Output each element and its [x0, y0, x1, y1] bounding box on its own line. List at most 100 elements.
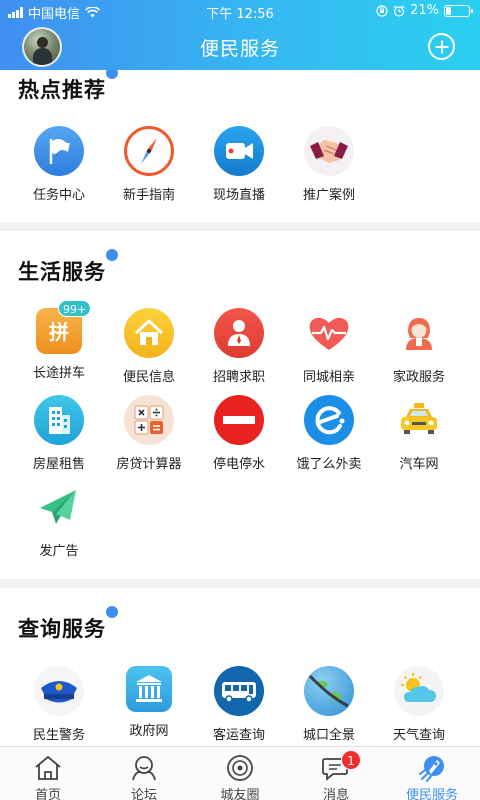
- house-icon: [124, 308, 174, 358]
- app-header: 中国电信 下午 12:56 21% 便民服务: [0, 0, 480, 70]
- message-icon: 1: [321, 750, 361, 782]
- service-item-housing[interactable]: 房屋租售: [14, 395, 104, 472]
- tab-label: 消息: [322, 788, 349, 800]
- home-icon: [33, 754, 63, 782]
- tab-city-circle[interactable]: 城友圈: [192, 747, 288, 800]
- battery-percent: 21%: [410, 3, 439, 18]
- service-item-label: 政府网: [129, 724, 169, 739]
- service-item-dating[interactable]: 同城相亲: [284, 308, 374, 385]
- section-dot-icon: [106, 606, 118, 618]
- tab-label: 论坛: [130, 788, 157, 800]
- service-item-housekeeping[interactable]: 家政服务: [374, 308, 464, 385]
- service-item-label: 天气查询: [392, 728, 445, 743]
- battery-icon: [444, 4, 473, 17]
- service-item-label: 同城相亲: [302, 370, 355, 385]
- eleme-icon: [304, 395, 354, 445]
- service-item-live[interactable]: 现场直播: [194, 126, 284, 203]
- service-item-recruitment[interactable]: 招聘求职: [194, 308, 284, 385]
- section-divider: [0, 579, 480, 588]
- service-item-label: 招聘求职: [212, 370, 265, 385]
- service-item-label: 推广案例: [302, 188, 355, 203]
- battery-level: [446, 6, 451, 15]
- police-cap-icon: [34, 666, 84, 716]
- service-item-label: 汽车网: [399, 457, 439, 472]
- tab-home[interactable]: 首页: [0, 747, 96, 800]
- panorama-globe-icon: [304, 666, 354, 716]
- service-item-eleme[interactable]: 饿了么外卖: [284, 395, 374, 472]
- bus-icon: [214, 666, 264, 716]
- service-item-mortgage-calculator[interactable]: 房贷计算器: [104, 395, 194, 472]
- service-item-label: 城口全景: [302, 728, 355, 743]
- status-bar: 中国电信 下午 12:56 21%: [0, 0, 480, 22]
- section-dot-icon: [106, 70, 118, 79]
- service-item-label: 新手指南: [122, 188, 175, 203]
- calculator-icon: [124, 395, 174, 445]
- service-item-coach[interactable]: 客运查询: [194, 666, 284, 743]
- message-badge: 1: [341, 750, 361, 770]
- handshake-icon: [304, 126, 354, 176]
- service-content[interactable]: 热点推荐 任务中心 新手指南 现场直播 推广案例 生活服务 拼 99+ 长途拼车…: [0, 70, 480, 746]
- section-life: 生活服务 拼 99+ 长途拼车 便民信息 招聘求职 同城相亲 家政服务 房屋租售…: [0, 231, 480, 579]
- service-item-label: 民生警务: [32, 728, 85, 743]
- forum-icon: [129, 754, 159, 782]
- carpool-badge: 99+: [58, 300, 92, 317]
- service-item-label: 停电停水: [212, 457, 265, 472]
- service-item-label: 任务中心: [32, 188, 85, 203]
- heart-pulse-icon: [304, 308, 354, 358]
- housekeeper-icon: [394, 308, 444, 358]
- service-item-label: 客运查询: [212, 728, 265, 743]
- section-title-life: 生活服务: [18, 249, 118, 286]
- service-item-gov[interactable]: 政府网: [104, 666, 194, 739]
- section-title-hot: 热点推荐: [18, 70, 118, 104]
- service-item-label: 家政服务: [392, 370, 445, 385]
- service-item-label: 长途拼车: [32, 366, 85, 381]
- no-entry-icon: [214, 395, 264, 445]
- government-building-icon: [126, 666, 172, 712]
- service-item-local-info[interactable]: 便民信息: [104, 308, 194, 385]
- service-item-label: 现场直播: [212, 188, 265, 203]
- service-item-label: 饿了么外卖: [296, 457, 362, 472]
- service-item-panorama[interactable]: 城口全景: [284, 666, 374, 743]
- service-item-carpool[interactable]: 拼 99+ 长途拼车: [14, 300, 104, 381]
- service-item-newbie-guide[interactable]: 新手指南: [104, 126, 194, 203]
- weather-sun-cloud-icon: [394, 666, 444, 716]
- section-divider: [0, 222, 480, 231]
- service-item-label: 房贷计算器: [116, 457, 182, 472]
- service-item-post-ad[interactable]: 发广告: [14, 482, 104, 559]
- building-icon: [34, 395, 84, 445]
- service-item-outage[interactable]: 停电停水: [194, 395, 284, 472]
- carpool-icon: 拼 99+: [36, 300, 92, 354]
- task-flag-icon: [34, 126, 84, 176]
- rotation-lock-icon: [376, 4, 388, 17]
- section-title-query: 查询服务: [18, 606, 118, 643]
- service-item-promo-cases[interactable]: 推广案例: [284, 126, 374, 203]
- recruit-person-icon: [214, 308, 264, 358]
- section-title-text: 查询服务: [18, 617, 106, 641]
- add-button[interactable]: [428, 33, 455, 60]
- rocket-icon: [417, 754, 447, 782]
- section-dot-icon: [106, 249, 118, 261]
- compass-icon: [124, 126, 174, 176]
- taxi-icon: [394, 395, 444, 445]
- service-item-task-center[interactable]: 任务中心: [14, 126, 104, 203]
- tab-label: 首页: [34, 788, 61, 800]
- video-camera-icon: [214, 126, 264, 176]
- section-title-text: 热点推荐: [18, 78, 106, 102]
- section-title-text: 生活服务: [18, 260, 106, 284]
- service-item-label: 发广告: [39, 544, 79, 559]
- tab-label: 便民服务: [405, 788, 458, 800]
- service-item-police[interactable]: 民生警务: [14, 666, 104, 743]
- service-item-car-net[interactable]: 汽车网: [374, 395, 464, 472]
- tab-services[interactable]: 便民服务: [384, 747, 480, 800]
- tab-label: 城友圈: [220, 788, 260, 800]
- svg-text:拼: 拼: [49, 320, 69, 344]
- tab-forum[interactable]: 论坛: [96, 747, 192, 800]
- section-query: 查询服务 民生警务 政府网 客运查询 城口全景 天气查询: [0, 588, 480, 746]
- alarm-icon: [393, 5, 405, 17]
- page-title: 便民服务: [199, 38, 280, 60]
- paper-plane-icon: [34, 482, 84, 532]
- circle-icon: [225, 754, 255, 782]
- service-item-label: 便民信息: [122, 370, 175, 385]
- tab-messages[interactable]: 1 消息: [288, 747, 384, 800]
- service-item-weather[interactable]: 天气查询: [374, 666, 464, 743]
